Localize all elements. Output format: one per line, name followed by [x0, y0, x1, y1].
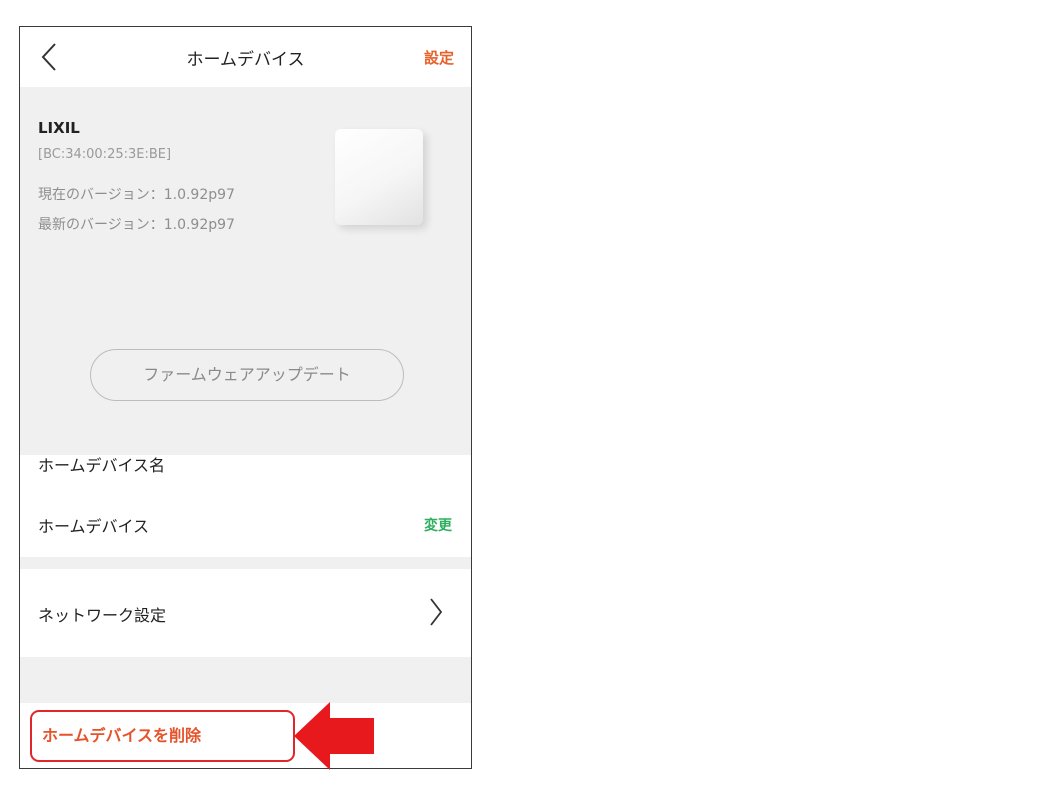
- red-arrow-left-icon: [294, 702, 374, 770]
- chevron-right-icon: [430, 598, 443, 626]
- network-settings-label: ネットワーク設定: [38, 606, 167, 625]
- device-mac-address: [BC:34:00:25:3E:BE]: [38, 147, 172, 162]
- network-settings-row[interactable]: ネットワーク設定: [20, 569, 471, 657]
- firmware-update-button[interactable]: ファームウェアアップデート: [90, 349, 404, 401]
- settings-button[interactable]: 設定: [424, 47, 454, 68]
- delete-row: ホームデバイスを削除: [20, 703, 471, 768]
- device-name-section-header: ホームデバイス名: [38, 456, 166, 475]
- device-name-row: ホームデバイス 変更: [20, 489, 471, 557]
- current-version: 現在のバージョン：1.0.92p97: [38, 187, 235, 203]
- section-divider: [20, 657, 471, 703]
- section-divider: [20, 557, 471, 569]
- latest-version: 最新のバージョン：1.0.92p97: [38, 217, 235, 233]
- device-info-panel: LIXIL [BC:34:00:25:3E:BE] 現在のバージョン：1.0.9…: [20, 87, 471, 455]
- device-brand: LIXIL: [38, 119, 80, 137]
- delete-device-button[interactable]: ホームデバイスを削除: [30, 710, 295, 762]
- device-name: ホームデバイス: [38, 517, 150, 536]
- change-name-button[interactable]: 変更: [424, 515, 452, 535]
- navigation-bar: ホームデバイス 設定: [20, 27, 471, 87]
- page-title: ホームデバイス: [186, 50, 305, 70]
- device-image: [335, 129, 423, 225]
- phone-screen: ホームデバイス 設定 LIXIL [BC:34:00:25:3E:BE] 現在の…: [19, 26, 472, 769]
